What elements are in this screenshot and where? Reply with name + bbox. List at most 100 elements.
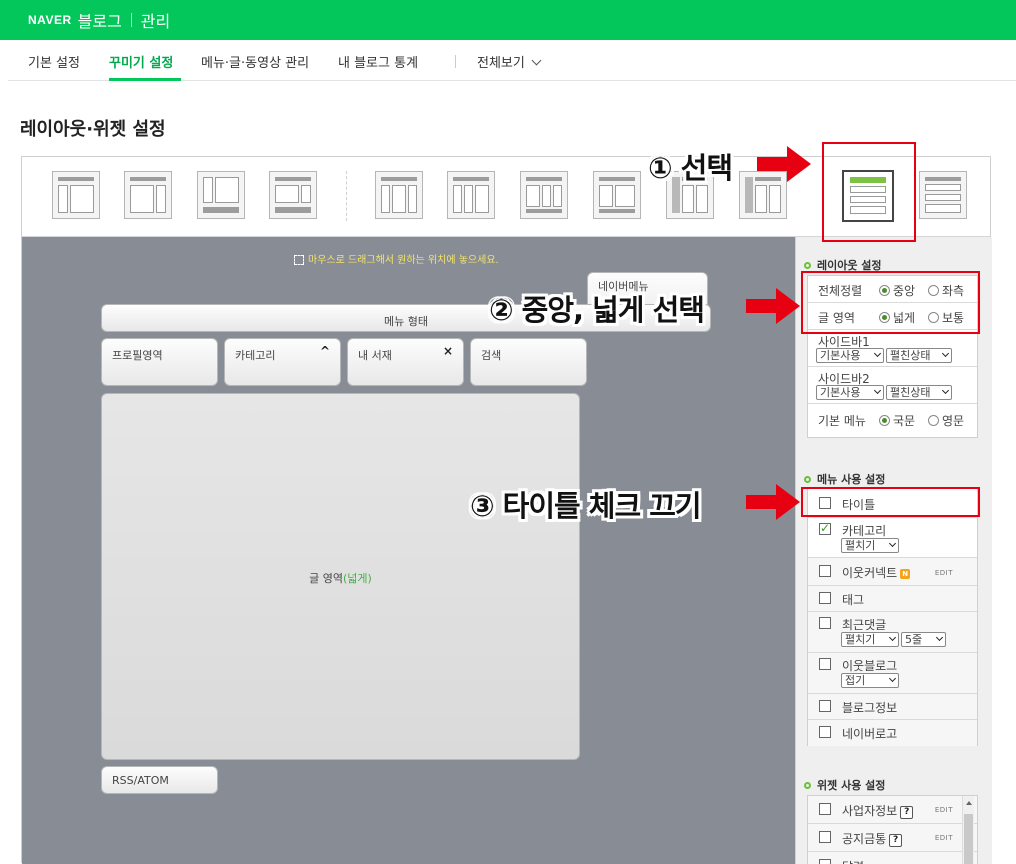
chevron-down-icon [888, 674, 897, 683]
menu-item-label: 최근댓글 [842, 618, 887, 632]
help-icon[interactable]: ? [900, 806, 914, 819]
checkbox-icon[interactable] [819, 726, 831, 738]
checkbox-icon[interactable] [819, 617, 831, 629]
widget-item-label: 달력 [842, 858, 864, 864]
content-area-text: 글 영역 [309, 572, 344, 585]
drag-select-icon [294, 255, 304, 265]
widget-my-books[interactable]: 내 서재 × [347, 338, 464, 386]
checkbox-icon[interactable] [819, 700, 831, 712]
collapse-icon[interactable]: ^ [320, 344, 330, 358]
checkbox-icon[interactable] [819, 592, 831, 604]
chevron-down-icon [873, 349, 882, 358]
category-fold-select[interactable]: 펼치기 [841, 538, 899, 553]
title-separator [130, 13, 132, 27]
menu-item-label: 블로그정보 [842, 701, 898, 715]
sidebar2-use-select[interactable]: 기본사용 [816, 385, 884, 400]
select-value: 기본사용 [820, 349, 861, 362]
layout-canvas[interactable]: 마우스로 드래그해서 원하는 위치에 놓으세요. 네이버메뉴 메뉴 형태 프로필… [22, 237, 795, 864]
view-all-label: 전체보기 [477, 56, 525, 71]
neighbor-blogs-fold-select[interactable]: 접기 [841, 673, 899, 688]
layout-option-1[interactable] [52, 171, 100, 219]
lang-en-radio[interactable]: 영문 [928, 412, 964, 429]
sidebar1-state-select[interactable]: 펼친상태 [886, 348, 952, 363]
menu-item-label: 이웃커넥트 [842, 566, 898, 580]
edit-link[interactable]: EDIT [935, 834, 953, 842]
layout-option-5[interactable] [375, 171, 423, 219]
select-value: 기본사용 [820, 386, 861, 399]
widget-category[interactable]: 카테고리 ^ [224, 338, 341, 386]
widget-label: RSS/ATOM [112, 774, 169, 787]
widget-rss[interactable]: RSS/ATOM [101, 766, 218, 794]
tab-content-management[interactable]: 메뉴·글·동영상 관리 [201, 52, 309, 71]
scroll-up-icon[interactable] [966, 801, 972, 805]
close-icon[interactable]: × [443, 344, 453, 358]
menu-item-neighbor-blogs[interactable]: 이웃블로그 접기 [808, 653, 977, 694]
widget-item-notice[interactable]: 공지금통? EDIT [808, 824, 977, 852]
tab-view-all[interactable]: 전체보기 [477, 52, 542, 71]
blog-link[interactable]: 블로그 [78, 8, 122, 32]
radio-label: 국문 [893, 414, 916, 428]
tab-blog-stats[interactable]: 내 블로그 통계 [338, 52, 418, 71]
sidebar1-use-select[interactable]: 기본사용 [816, 348, 884, 363]
recent-comments-lines-select[interactable]: 5줄 [901, 632, 946, 647]
layout-option-3[interactable] [197, 171, 245, 219]
tab-design-settings[interactable]: 꾸미기 설정 [109, 52, 173, 71]
menu-item-label: 태그 [842, 593, 865, 607]
menu-item-label: 카테고리 [842, 524, 887, 538]
layout-option-7[interactable] [520, 171, 568, 219]
lang-kr-radio[interactable]: 국문 [879, 412, 915, 429]
menu-item-recent-comments[interactable]: 최근댓글 펼치기 5줄 [808, 612, 977, 653]
widget-item-calendar[interactable]: 달력 [808, 852, 977, 864]
select-value: 펼친상태 [890, 386, 931, 399]
checkbox-icon[interactable] [819, 521, 831, 535]
layout-option-12[interactable] [919, 171, 967, 219]
checkbox-icon[interactable] [819, 831, 831, 843]
page-title: 레이아웃·위젯 설정 [20, 119, 166, 140]
checkbox-icon[interactable] [819, 565, 831, 577]
menu-item-category[interactable]: 카테고리 펼치기 [808, 518, 977, 558]
select-value: 펼친상태 [890, 349, 931, 362]
checkbox-icon[interactable] [819, 803, 831, 815]
edit-link[interactable]: EDIT [935, 806, 953, 814]
widget-list-scrollbar[interactable] [962, 796, 974, 864]
scroll-thumb[interactable] [964, 814, 973, 864]
layout-option-4[interactable] [269, 171, 317, 219]
edit-link[interactable]: EDIT [935, 569, 953, 577]
widget-settings-title: 위젯 사용 설정 [804, 777, 885, 793]
menu-item-label: 네이버로고 [842, 727, 898, 741]
menu-item-blog-info[interactable]: 블로그정보 [808, 694, 977, 720]
menu-item-tag[interactable]: 태그 [808, 586, 977, 612]
bullet-icon [804, 476, 811, 483]
tab-basic-settings[interactable]: 기본 설정 [28, 52, 80, 71]
select-value: 5줄 [905, 633, 923, 646]
manage-title[interactable]: 관리 [141, 8, 170, 32]
menu-settings-box: 타이틀 카테고리 펼치기 이웃커넥트N EDIT 태그 최근댓글 펼치기 5줄 [807, 488, 978, 746]
red-arrow-icon [757, 146, 811, 182]
help-icon[interactable]: ? [889, 834, 903, 847]
chevron-down-icon [935, 633, 944, 642]
layout-option-6[interactable] [447, 171, 495, 219]
checkbox-icon[interactable] [819, 658, 831, 670]
widget-item-business-info[interactable]: 사업자정보? EDIT [808, 796, 977, 824]
naver-logo[interactable]: NAVER [28, 13, 72, 27]
sidebar1-row: 사이드바1 기본사용 펼친상태 [808, 330, 977, 367]
settings-tabs: 기본 설정 꾸미기 설정 메뉴·글·동영상 관리 내 블로그 통계 전체보기 [8, 40, 1016, 81]
layout-option-2[interactable] [124, 171, 172, 219]
widget-profile[interactable]: 프로필영역 [101, 338, 218, 386]
layout-option-8[interactable] [593, 171, 641, 219]
widget-item-label: 사업자정보 [842, 804, 898, 818]
sidebar2-state-select[interactable]: 펼친상태 [886, 385, 952, 400]
menu-item-naver-logo[interactable]: 네이버로고 [808, 720, 977, 746]
drag-hint: 마우스로 드래그해서 원하는 위치에 놓으세요. [294, 251, 499, 266]
recent-comments-fold-select[interactable]: 펼치기 [841, 632, 899, 647]
bullet-icon [804, 262, 811, 269]
widget-search[interactable]: 검색 [470, 338, 587, 386]
content-area[interactable]: 글 영역(넓게) [101, 393, 580, 760]
new-badge-icon: N [900, 569, 911, 579]
widget-label: 카테고리 [235, 349, 276, 362]
annotation-step2: ② 중앙, 넓게 선택 [489, 293, 705, 327]
annotation-box-layout [822, 142, 916, 242]
menu-item-neighbor-connect[interactable]: 이웃커넥트 N EDIT [808, 558, 977, 586]
checkbox-icon[interactable] [819, 859, 831, 864]
select-value: 펼치기 [845, 539, 876, 552]
